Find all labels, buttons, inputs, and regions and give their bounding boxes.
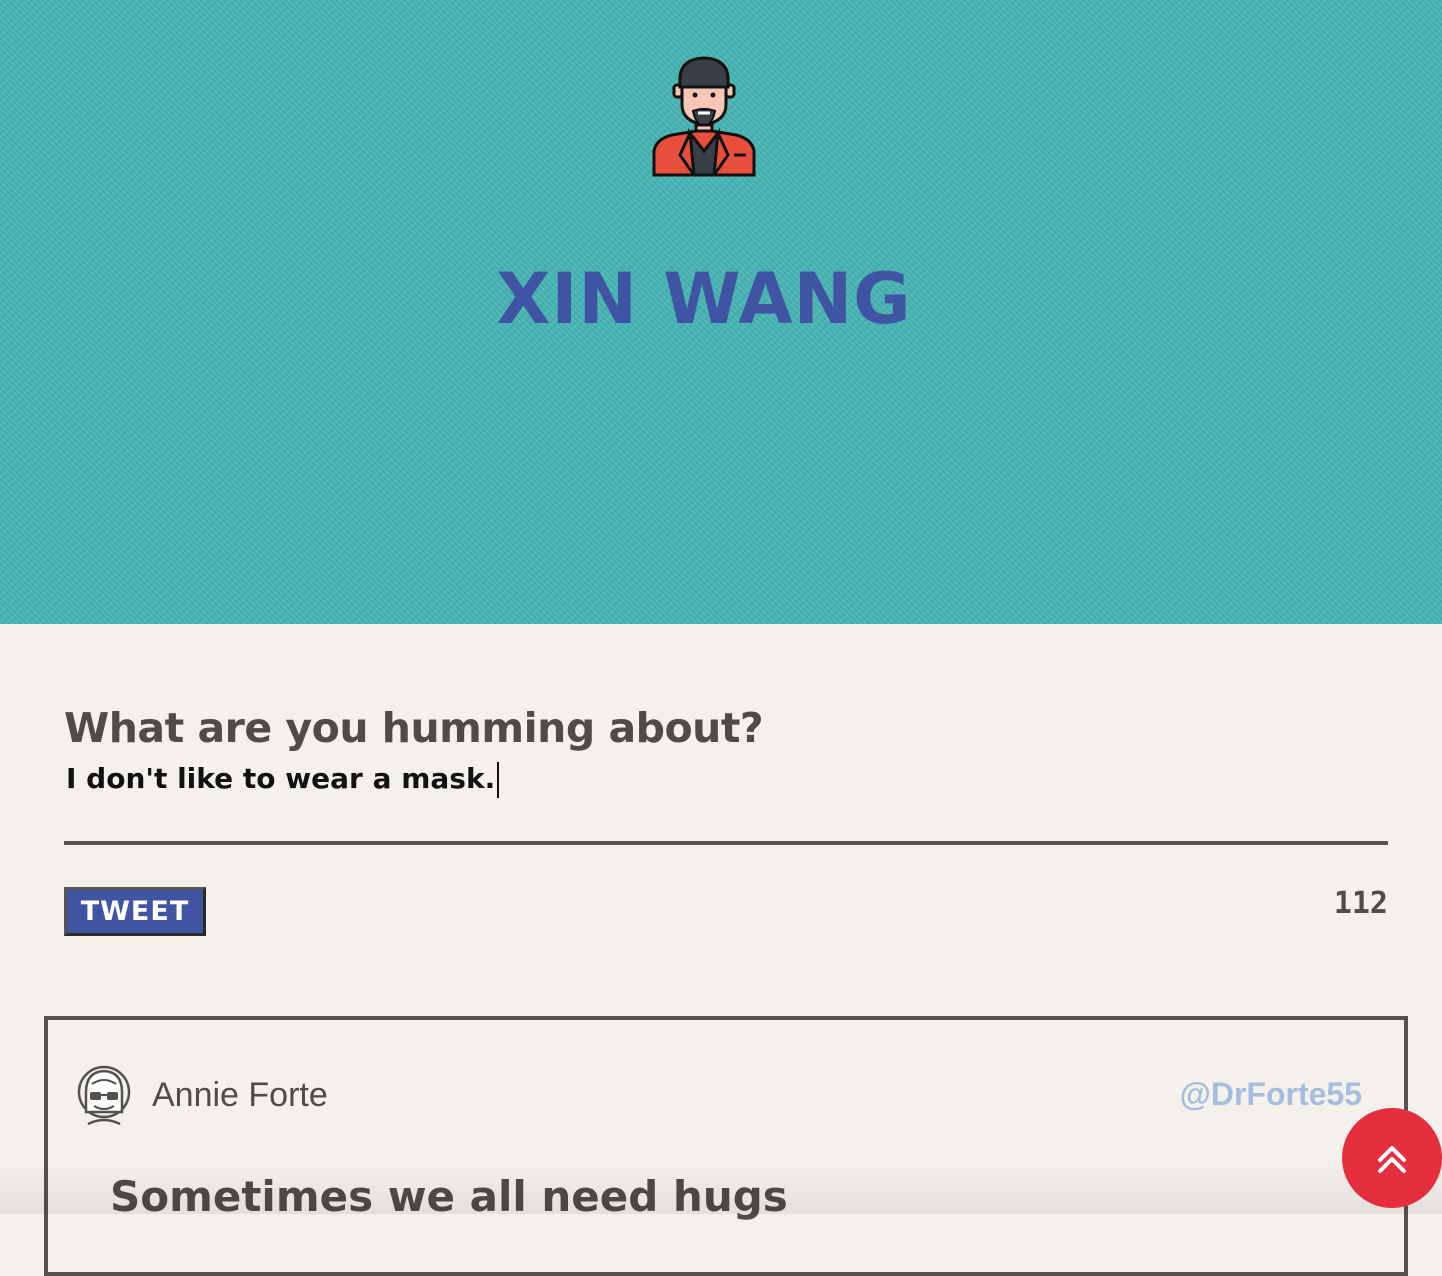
- tweet-input[interactable]: I don't like to wear a mask.: [66, 762, 1386, 802]
- scroll-to-top-button[interactable]: [1342, 1108, 1442, 1208]
- profile-name: XIN WANG: [496, 258, 912, 340]
- tweet-author-name[interactable]: Annie Forte: [152, 1076, 328, 1115]
- tweet-author-handle[interactable]: @DrForte55: [1180, 1076, 1362, 1113]
- man-avatar-icon: [652, 56, 756, 177]
- woman-avatar-icon: [77, 1065, 131, 1126]
- tweet-card: Annie Forte @DrForte55 Sometimes we all …: [44, 1016, 1408, 1276]
- profile-header: XIN WANG: [0, 0, 1442, 624]
- compose-divider: [64, 841, 1388, 845]
- compose-prompt: What are you humming about?: [64, 704, 764, 752]
- double-chevron-up-icon: [1378, 1146, 1406, 1173]
- character-count: 112: [1333, 886, 1388, 921]
- text-caret: [497, 762, 500, 798]
- tweet-button[interactable]: TWEET: [64, 887, 206, 936]
- tweet-input-value: I don't like to wear a mask.: [66, 762, 496, 795]
